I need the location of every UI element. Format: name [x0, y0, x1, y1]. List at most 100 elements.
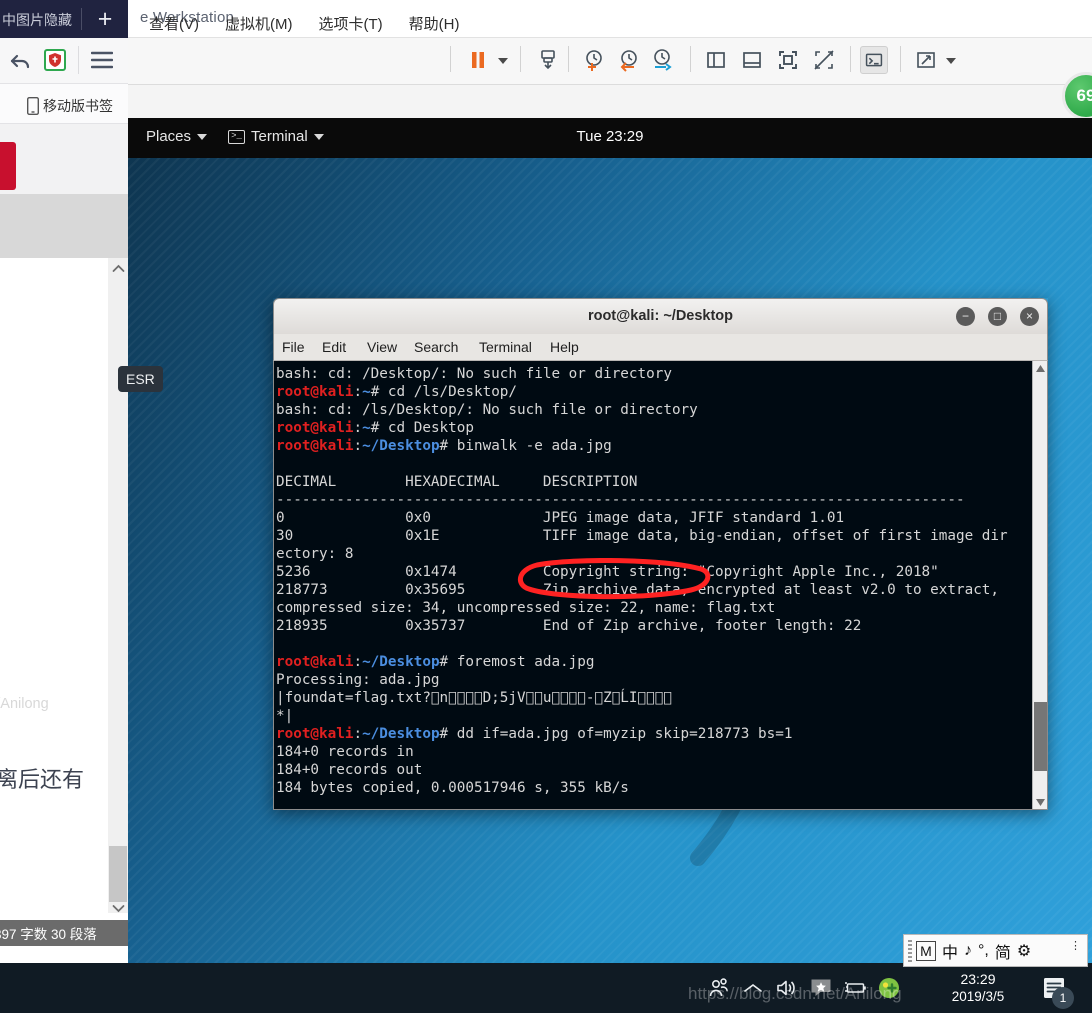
terminal-body[interactable]: bash: cd: /Desktop/: No such file or dir… — [273, 361, 1048, 810]
taskbar-date: 2019/3/5 — [951, 989, 1005, 1004]
maximize-button[interactable]: □ — [988, 307, 1007, 326]
red-side-tab[interactable] — [0, 142, 16, 190]
terminal-output[interactable]: bash: cd: /Desktop/: No such file or dir… — [274, 361, 1032, 809]
hamburger-menu-icon[interactable] — [90, 51, 114, 74]
page-scrollbar-thumb[interactable] — [109, 846, 127, 902]
terminal-line: bash: cd: /ls/Desktop/: No such file or … — [276, 402, 698, 418]
terminal-line: compressed size: 34, uncompressed size: … — [276, 600, 776, 616]
toolbar-divider-4 — [690, 46, 691, 72]
kali-top-panel: Places >_ Terminal Tue 23:29 — [128, 118, 1092, 158]
terminal-line: 218935 0x35737 End of Zip archive, foote… — [276, 618, 862, 634]
panel-places-menu[interactable]: Places — [146, 128, 208, 145]
toolbar-divider-2 — [520, 46, 521, 72]
vmware-menu-list: 查看(V) 虚拟机(M) 选项卡(T) 帮助(H) — [146, 11, 462, 36]
console-view-icon[interactable] — [860, 46, 888, 74]
pause-icon[interactable] — [464, 46, 492, 74]
chevron-down-icon — [197, 133, 208, 140]
terminal-line: root@kali:~/Desktop# binwalk -e ada.jpg — [276, 438, 612, 454]
terminal-line: |foundat=flag.txt? n    D;5jV  u    - Z … — [276, 690, 672, 706]
terminal-line: DECIMAL HEXADECIMAL DESCRIPTION — [276, 474, 638, 490]
bookmark-mobile-label: 移动版书签 — [43, 98, 113, 114]
toolbar-divider-1 — [450, 46, 451, 72]
page-scrollbar[interactable] — [108, 258, 128, 913]
library-view-icon[interactable] — [738, 46, 766, 74]
panel-places-label: Places — [146, 128, 192, 145]
ime-drag-handle[interactable] — [908, 940, 912, 963]
scrollbar-thumb[interactable] — [1034, 702, 1047, 771]
browser-profile-area — [0, 124, 128, 305]
terminal-line: 184+0 records in — [276, 744, 414, 760]
ime-punctuation-icon[interactable]: ♪ — [964, 942, 972, 960]
browser-tab-title[interactable]: 中图片隐藏 — [2, 10, 72, 30]
ime-toolbar[interactable]: M 中 ♪ °, 简 ⚙ ⋮ — [903, 934, 1088, 967]
ime-symbol-icon[interactable]: °, — [978, 942, 989, 960]
close-button[interactable]: × — [1020, 307, 1039, 326]
terminal-menu-terminal[interactable]: Terminal — [479, 339, 532, 355]
gear-icon[interactable]: ⚙ — [1017, 941, 1031, 961]
screen-root: e Workstation 查看(V) 虚拟机(M) 选项卡(T) 帮助(H) — [0, 0, 1092, 1013]
chevron-down-icon — [313, 133, 324, 140]
terminal-icon: >_ — [228, 129, 245, 144]
page-scroll-down-icon[interactable] — [108, 898, 128, 918]
stretch-icon[interactable] — [912, 46, 940, 74]
page-body-text: 离后还有 — [0, 767, 85, 792]
esr-tooltip: ESR — [118, 366, 163, 392]
navbar-divider — [78, 46, 79, 74]
terminal-line: root@kali:~# cd Desktop — [276, 420, 474, 436]
scroll-up-arrow-icon[interactable] — [1033, 361, 1047, 376]
terminal-window: root@kali: ~/Desktop − □ × File Edit Vie… — [273, 298, 1048, 810]
terminal-line: 5236 0x1474 Copyright string: "Copyright… — [276, 564, 939, 580]
page-scroll-up-icon[interactable] — [108, 258, 128, 278]
toolbar-divider-5 — [850, 46, 851, 72]
terminal-menu-edit[interactable]: Edit — [322, 339, 346, 355]
snapshot-manager-icon[interactable] — [648, 46, 676, 74]
menu-tabs[interactable]: 选项卡(T) — [316, 11, 386, 36]
minimize-button[interactable]: − — [956, 307, 975, 326]
snapshot-icon[interactable] — [534, 46, 562, 74]
toolbar-divider-3 — [568, 46, 569, 72]
ime-language-toggle[interactable]: 中 — [942, 939, 958, 963]
terminal-scrollbar[interactable] — [1032, 361, 1047, 809]
terminal-line: 0 0x0 JPEG image data, JFIF standard 1.0… — [276, 510, 845, 526]
word-count-status: 397 字数 30 段落 — [0, 920, 128, 946]
browser-toolbar-strip — [0, 194, 128, 429]
fullscreen-icon[interactable] — [774, 46, 802, 74]
stretch-dropdown-caret-icon[interactable] — [946, 58, 956, 64]
mobile-icon — [27, 97, 39, 115]
windows-taskbar: 23:29 2019/3/5 1 — [0, 963, 1092, 1013]
kali-panel-clock[interactable]: Tue 23:29 — [577, 128, 644, 145]
terminal-menu-help[interactable]: Help — [550, 339, 579, 355]
terminal-titlebar[interactable]: root@kali: ~/Desktop − □ × — [273, 298, 1048, 334]
terminal-menu-file[interactable]: File — [282, 339, 305, 355]
new-tab-button[interactable]: + — [92, 6, 118, 32]
pause-dropdown-caret-icon[interactable] — [498, 58, 508, 64]
take-snapshot-icon[interactable] — [580, 46, 608, 74]
page-watermark: n.net/Anilong — [0, 696, 49, 712]
back-arrow-icon[interactable] — [8, 48, 34, 79]
split-view-icon[interactable] — [702, 46, 730, 74]
panel-terminal-item[interactable]: >_ Terminal — [228, 128, 324, 145]
security-shield-icon[interactable] — [44, 49, 66, 76]
terminal-line: root@kali:~/Desktop# dd if=ada.jpg of=my… — [276, 726, 793, 742]
scroll-down-arrow-icon[interactable] — [1033, 795, 1047, 809]
terminal-menu-search[interactable]: Search — [414, 339, 458, 355]
terminal-title: root@kali: ~/Desktop — [587, 308, 734, 324]
ime-more-icon[interactable]: ⋮ — [1070, 941, 1081, 952]
menu-help[interactable]: 帮助(H) — [406, 11, 463, 36]
ime-mode-icon[interactable]: M — [916, 940, 936, 961]
ime-simplified-toggle[interactable]: 简 — [995, 939, 1011, 963]
taskbar-clock[interactable]: 23:29 2019/3/5 — [930, 970, 1026, 1006]
revert-snapshot-icon[interactable] — [614, 46, 642, 74]
terminal-line: 218773 0x35695 Zip archive data, encrypt… — [276, 582, 1000, 598]
terminal-menu-view[interactable]: View — [367, 339, 397, 355]
action-center-badge: 1 — [1052, 987, 1074, 1009]
bookmark-mobile[interactable]: 移动版书签 — [27, 96, 113, 116]
menu-view[interactable]: 查看(V) — [146, 11, 202, 36]
terminal-line: ----------------------------------------… — [276, 492, 965, 508]
terminal-line: Processing: ada.jpg — [276, 672, 440, 688]
unity-icon[interactable] — [810, 46, 838, 74]
menu-vm[interactable]: 虚拟机(M) — [222, 11, 296, 36]
terminal-line: 30 0x1E TIFF image data, big-endian, off… — [276, 528, 1008, 544]
